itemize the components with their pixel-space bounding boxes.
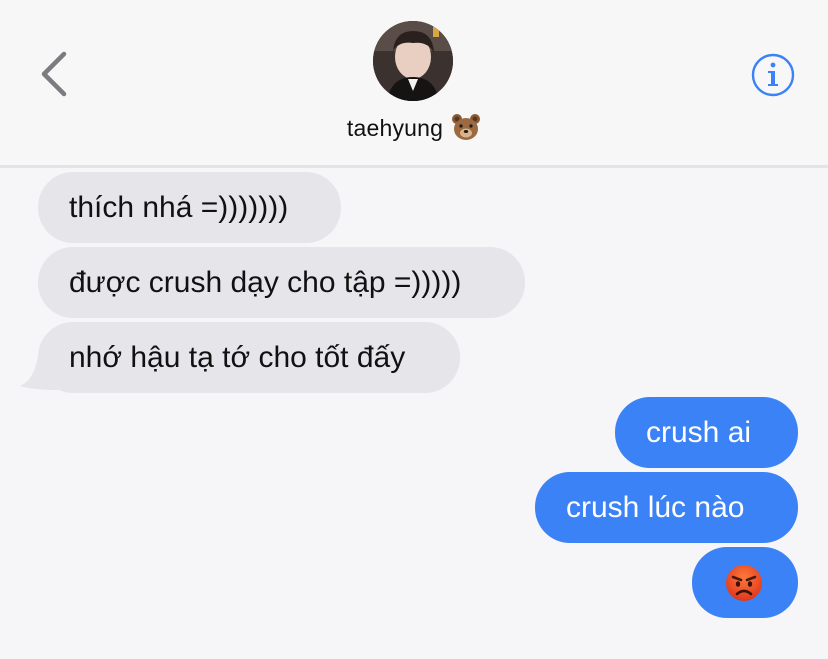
incoming-message-bubble[interactable]: được crush dạy cho tập =))))) — [38, 247, 525, 318]
message-text: crush lúc nào — [566, 491, 745, 524]
avatar-photo — [373, 21, 453, 101]
contact-name-label: taehyung — [346, 115, 444, 141]
incoming-message-bubble[interactable]: nhớ hậu tạ tớ cho tốt đấy — [38, 322, 460, 393]
info-icon — [751, 53, 795, 97]
contact-avatar[interactable] — [373, 21, 453, 101]
angry-face-icon — [726, 565, 762, 601]
incoming-message-bubble[interactable]: thích nhá =))))))) — [38, 172, 341, 243]
info-button[interactable] — [750, 52, 796, 98]
conversation-header: taehyung — [0, 0, 828, 168]
chevron-left-icon — [41, 51, 67, 97]
outgoing-message-bubble[interactable]: crush lúc nào — [535, 472, 798, 543]
message-text: thích nhá =))))))) — [69, 191, 289, 224]
contact-name[interactable]: taehyung — [0, 112, 828, 142]
message-text: được crush dạy cho tập =))))) — [69, 266, 462, 299]
message-text: nhớ hậu tạ tớ cho tốt đấy — [69, 341, 406, 374]
back-button[interactable] — [30, 48, 80, 104]
bear-face-icon — [452, 114, 481, 140]
outgoing-message-bubble[interactable]: crush ai — [615, 397, 798, 468]
message-text: crush ai — [646, 416, 752, 449]
